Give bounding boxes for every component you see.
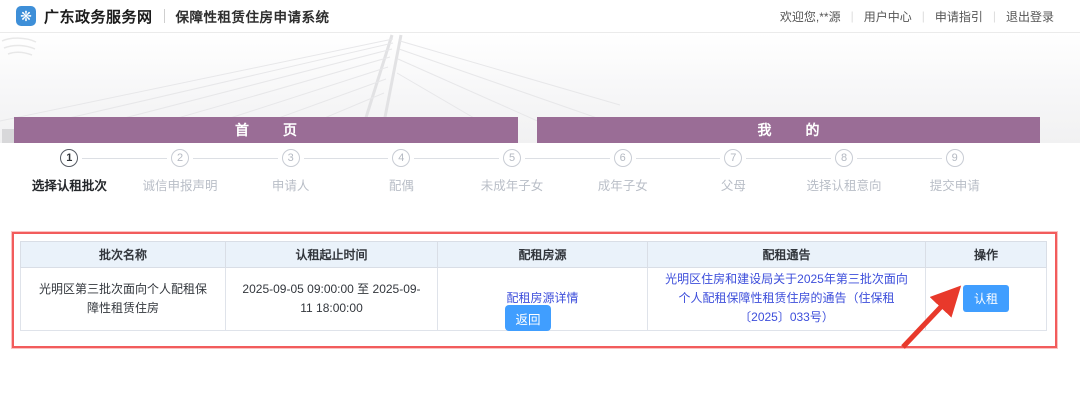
step-3-circle: 3 [281,149,300,167]
brand-group: ❋ 广东政务服务网 保障性租赁住房申请系统 [16,6,330,27]
welcome-user: 欢迎您,**源 [779,9,841,24]
step-3-label: 申请人 [271,179,310,193]
user-center-link[interactable]: 用户中心 [854,8,922,25]
cell-action: 认租 [925,267,1047,331]
user-links: 欢迎您,**源 | 用户中心 | 申请指引 | 退出登录 [770,8,1064,25]
step-5-circle: 5 [503,149,522,167]
tab-home[interactable]: 首 页 [14,117,518,143]
step-8-label: 选择认租意向 [806,179,882,193]
step-4-label: 配偶 [388,179,414,193]
back-button[interactable]: 返回 [505,305,551,331]
step-7-label: 父母 [720,179,746,193]
step-6-adult-children: 6 成年子女 [567,149,678,194]
step-5-minor-children: 5 未成年子女 [456,149,568,194]
col-action: 操作 [925,241,1047,268]
step-5-label: 未成年子女 [480,179,544,193]
house-detail-link[interactable]: 配租房源详情 [506,291,578,305]
step-7-parents: 7 父母 [678,149,789,194]
gov-flower-icon: ❋ [16,6,36,26]
step-2-label: 诚信申报声明 [142,179,218,193]
step-9-submit: 9 提交申请 [899,149,1010,194]
tab-mine[interactable]: 我 的 [537,117,1040,143]
step-2-integrity-declaration: 2 诚信申报声明 [124,149,236,194]
cell-batch-name: 光明区第三批次面向个人配租保障性租赁住房 [20,267,226,331]
step-3-applicant: 3 申请人 [235,149,346,194]
step-9-label: 提交申请 [929,179,980,193]
col-time-range: 认租起止时间 [225,241,438,268]
step-1-label: 选择认租批次 [31,179,107,193]
step-1-circle: 1 [60,149,79,167]
step-8-circle: 8 [835,149,854,167]
top-header-bar: ❋ 广东政务服务网 保障性租赁住房申请系统 欢迎您,**源 | 用户中心 | 申… [0,0,1080,33]
site-brand: 广东政务服务网 [44,8,153,26]
logout-link[interactable]: 退出登录 [996,8,1064,25]
step-2-circle: 2 [171,149,189,167]
table-header-row: 批次名称 认租起止时间 配租房源 配租通告 操作 [20,241,1047,268]
banner-right-fragment [1,37,37,56]
col-house-source: 配租房源 [437,241,648,268]
cell-notice: 光明区住房和建设局关于2025年第三批次面向个人配租保障性租赁住房的通告（住保租… [647,267,926,331]
col-notice: 配租通告 [647,241,926,268]
application-stepper: 1 选择认租批次 2 诚信申报声明 3 申请人 4 配偶 5 未成年子女 6 成… [14,149,1010,194]
step-1-select-batch: 1 选择认租批次 [14,149,125,194]
brand-divider [163,9,165,23]
step-4-circle: 4 [392,149,411,167]
cell-time-range: 2025-09-05 09:00:00 至 2025-09-11 18:00:0… [225,267,438,331]
notice-link[interactable]: 光明区住房和建设局关于2025年第三批次面向个人配租保障性租赁住房的通告（住保租… [665,272,908,324]
step-6-circle: 6 [613,149,632,167]
confirm-rent-button[interactable]: 认租 [962,285,1009,313]
apply-guide-link[interactable]: 申请指引 [925,8,993,25]
step-7-circle: 7 [724,149,743,167]
system-title: 保障性租赁住房申请系统 [175,10,330,25]
step-8-rent-intention: 8 选择认租意向 [788,149,900,194]
step-4-spouse: 4 配偶 [346,149,457,194]
col-batch-name: 批次名称 [20,241,226,268]
step-6-label: 成年子女 [597,179,648,193]
step-9-circle: 9 [945,149,964,167]
